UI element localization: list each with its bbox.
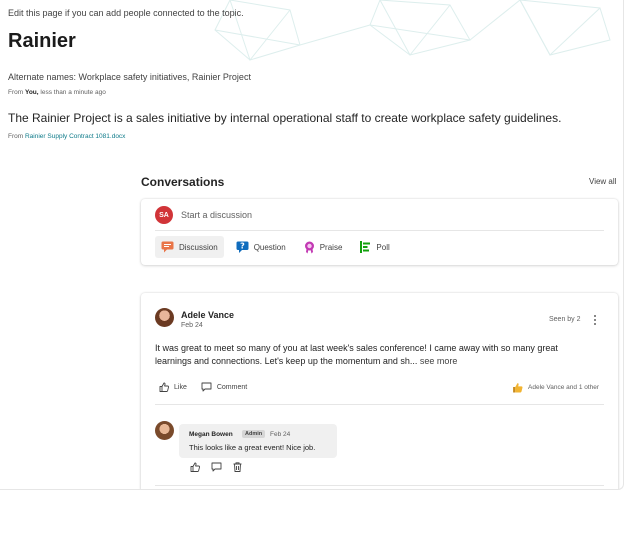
avatar[interactable] [155, 308, 174, 327]
from-time: less than a minute ago [40, 89, 106, 96]
start-discussion-input[interactable]: Start a discussion [181, 210, 252, 220]
seen-by-count[interactable]: Seen by 2 [549, 316, 581, 323]
question-icon: ? [236, 241, 249, 253]
discussion-icon [161, 241, 174, 253]
source-prefix: From [8, 133, 24, 140]
admin-badge: Admin [242, 430, 266, 438]
praise-label: Praise [319, 242, 343, 252]
reply-bubble: Megan Bowen Admin Feb 24 This looks like… [179, 424, 337, 458]
like-button[interactable]: Like [159, 382, 187, 392]
reply-author[interactable]: Megan Bowen [189, 431, 233, 438]
svg-text:?: ? [240, 242, 245, 251]
comment-label: Comment [216, 383, 248, 391]
view-all-link[interactable]: View all [589, 177, 616, 186]
post-type-bar: Discussion ? Question Praise Poll [155, 236, 402, 258]
post-date: Feb 24 [181, 322, 203, 329]
divider [155, 485, 604, 486]
more-options-button[interactable] [589, 313, 601, 327]
topic-description: The Rainier Project is a sales initiativ… [8, 111, 562, 125]
question-button[interactable]: ? Question [230, 236, 292, 258]
topic-page: Edit this page if you can add people con… [0, 0, 624, 490]
reply-text: This looks like a great event! Nice job. [189, 443, 316, 452]
poll-label: Poll [376, 242, 390, 252]
thumbs-up-icon [159, 382, 169, 392]
conversation-post: Adele Vance Feb 24 Seen by 2 It was grea… [141, 293, 618, 489]
discussion-composer: SA Start a discussion Discussion ? Quest… [141, 199, 618, 265]
poll-button[interactable]: Poll [354, 236, 395, 258]
source-file-link[interactable]: Rainier Supply Contract 1081.docx [25, 133, 125, 140]
thumbs-up-icon [513, 383, 523, 393]
comment-icon[interactable] [211, 462, 222, 472]
like-label: Like [174, 383, 187, 391]
poll-icon [360, 241, 371, 253]
alternate-names: Alternate names: Workplace safety initia… [8, 72, 251, 82]
reactions-summary[interactable]: Adele Vance and 1 other [512, 382, 599, 393]
see-more-link[interactable]: see more [420, 356, 458, 366]
divider [155, 404, 604, 405]
discussion-label: Discussion [179, 242, 218, 252]
reply-actions [190, 462, 242, 472]
praise-button[interactable]: Praise [298, 236, 349, 258]
avatar[interactable] [155, 421, 174, 440]
more-dot [594, 315, 596, 317]
edit-hint: Edit this page if you can add people con… [8, 8, 244, 18]
more-dot [594, 319, 596, 321]
conversations-heading: Conversations [141, 175, 225, 189]
divider [155, 230, 604, 231]
reactions-text: Adele Vance and 1 other [528, 384, 600, 391]
comment-icon [201, 382, 212, 392]
page-title: Rainier [8, 30, 76, 52]
avatar: SA [155, 206, 173, 224]
discussion-button[interactable]: Discussion [155, 236, 224, 258]
question-label: Question [253, 242, 286, 252]
post-author[interactable]: Adele Vance [181, 310, 234, 320]
praise-icon [304, 241, 314, 253]
source-line: From Rainier Supply Contract 1081.docx [8, 133, 125, 140]
post-body: It was great to meet so many of you at l… [155, 342, 595, 368]
from-user[interactable]: You, [25, 89, 39, 96]
delete-icon[interactable] [233, 462, 242, 472]
thumbs-up-icon[interactable] [190, 462, 200, 472]
reply-date: Feb 24 [270, 431, 291, 438]
post-actions: Like Comment [159, 382, 261, 392]
comment-button[interactable]: Comment [201, 382, 247, 392]
from-prefix: From [8, 89, 24, 96]
more-dot [594, 323, 596, 325]
author-line: From You, less than a minute ago [8, 89, 106, 96]
post-text: It was great to meet so many of you at l… [155, 343, 558, 366]
